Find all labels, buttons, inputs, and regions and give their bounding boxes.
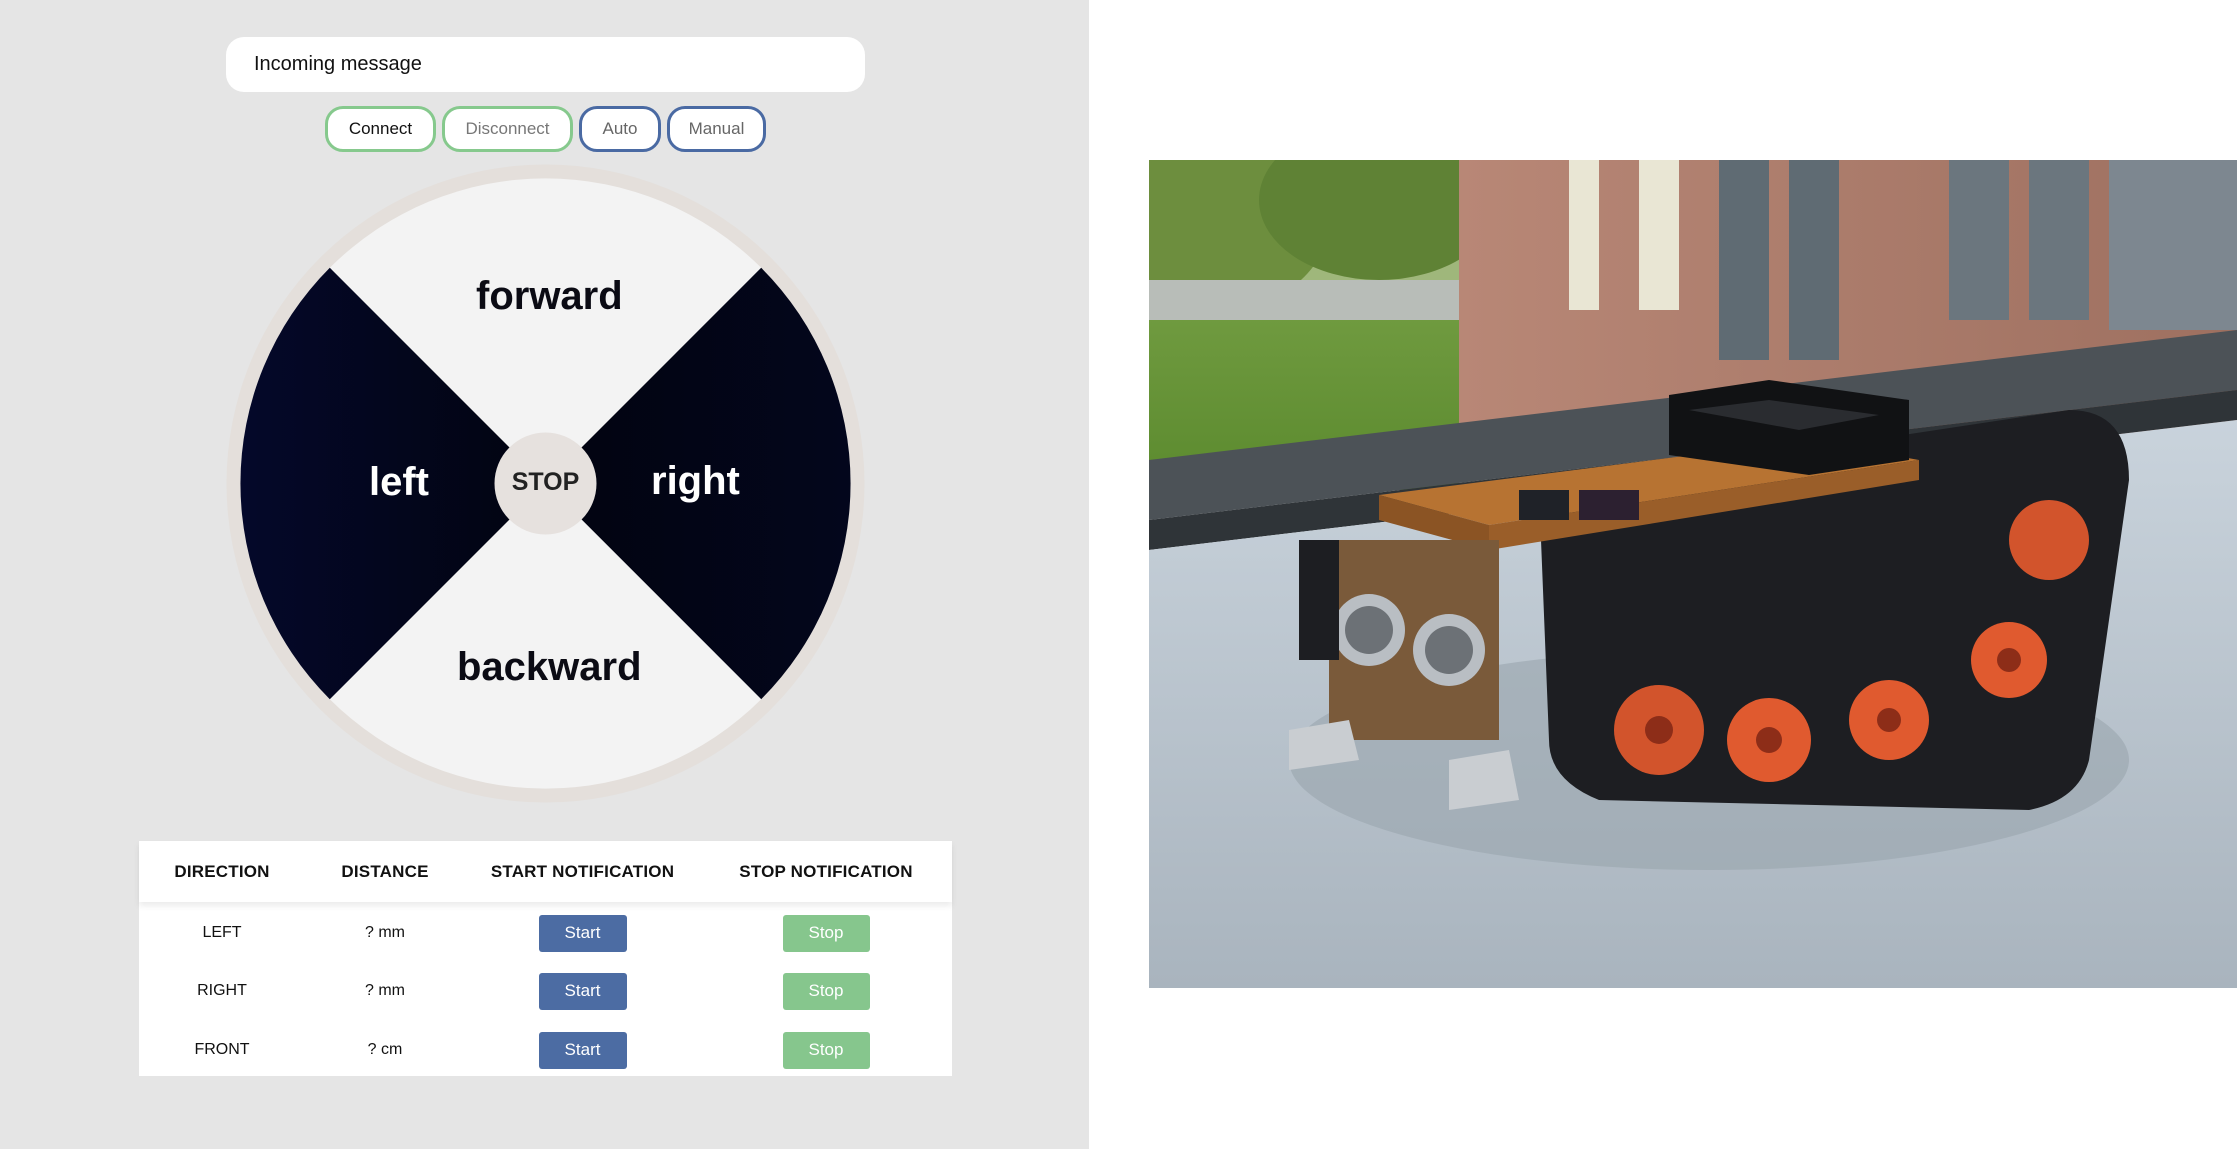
start-notification-button[interactable]: Start xyxy=(538,914,627,952)
manual-mode-button[interactable]: Manual xyxy=(667,106,766,152)
direction-cell: LEFT xyxy=(202,924,242,941)
incoming-message-text: Incoming message xyxy=(254,53,422,75)
left-label[interactable]: left xyxy=(369,460,429,505)
distance-cell: ? mm xyxy=(365,982,405,999)
stop-button[interactable]: STOP xyxy=(495,432,596,533)
distance-cell: ? cm xyxy=(367,1041,403,1058)
notification-table: DIRECTION DISTANCE START NOTIFICATION ST… xyxy=(139,841,952,1076)
connect-button[interactable]: Connect xyxy=(325,106,436,152)
table-header: DIRECTION DISTANCE START NOTIFICATION ST… xyxy=(139,841,952,902)
table-row: FRONT ? cm Start Stop xyxy=(139,1022,952,1078)
header-direction: DIRECTION xyxy=(174,861,270,881)
robot-photo xyxy=(1149,160,2237,988)
header-start-notification: START NOTIFICATION xyxy=(490,861,675,881)
stop-notification-button[interactable]: Stop xyxy=(782,1031,870,1069)
backward-label[interactable]: backward xyxy=(457,645,642,690)
start-notification-button[interactable]: Start xyxy=(538,1031,627,1069)
direction-cell: RIGHT xyxy=(197,982,247,999)
stop-notification-button[interactable]: Stop xyxy=(782,972,870,1010)
start-notification-button[interactable]: Start xyxy=(538,972,627,1010)
direction-cell: FRONT xyxy=(194,1041,250,1058)
forward-label[interactable]: forward xyxy=(476,274,623,319)
incoming-message-box: Incoming message xyxy=(226,37,865,92)
distance-cell: ? mm xyxy=(365,924,405,941)
header-distance: DISTANCE xyxy=(341,861,429,881)
auto-mode-button[interactable]: Auto xyxy=(579,106,661,152)
right-label[interactable]: right xyxy=(651,459,740,504)
control-panel: Incoming message Connect Disconnect Auto… xyxy=(0,0,1089,1149)
stop-notification-button[interactable]: Stop xyxy=(782,914,870,952)
header-stop-notification: STOP NOTIFICATION xyxy=(739,861,913,881)
table-row: LEFT ? mm Start Stop xyxy=(139,905,952,961)
table-row: RIGHT ? mm Start Stop xyxy=(139,963,952,1019)
disconnect-button[interactable]: Disconnect xyxy=(442,106,573,152)
